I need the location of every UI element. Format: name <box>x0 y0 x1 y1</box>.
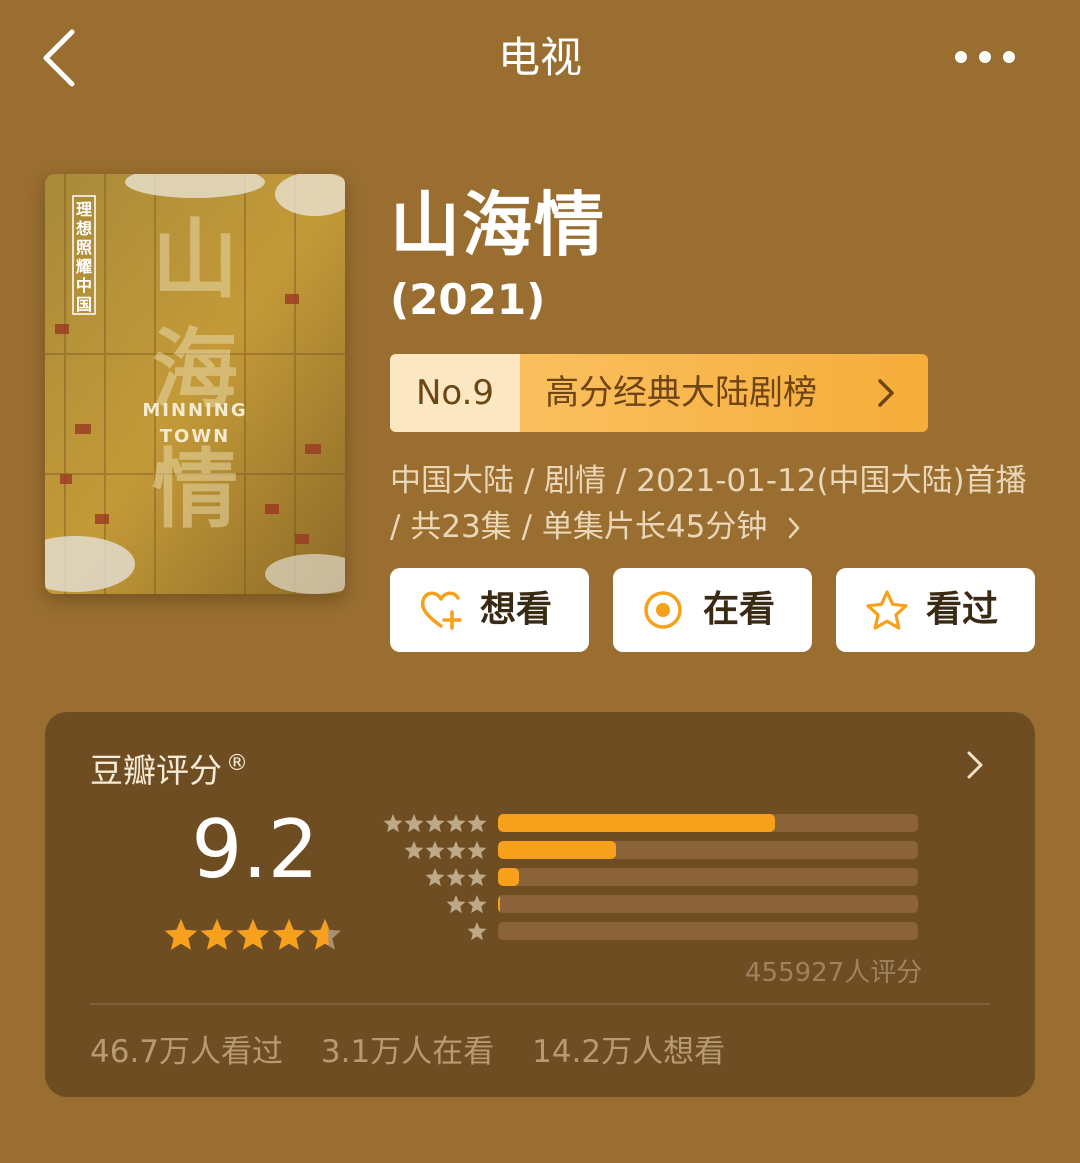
more-dots-icon <box>955 51 1015 63</box>
rating-star <box>200 919 234 950</box>
watching-button[interactable]: 在看 <box>613 568 812 652</box>
svg-text:TOWN: TOWN <box>160 426 231 447</box>
watched-button[interactable]: 看过 <box>836 568 1035 652</box>
chevron-right-icon[interactable] <box>965 750 985 780</box>
rating-bar-2 <box>375 895 920 914</box>
rating-star <box>164 919 198 950</box>
target-icon <box>644 591 682 629</box>
rating-bar-3 <box>375 868 920 887</box>
poster-vertical-text: 理 想 照 耀 中 国 <box>75 200 92 314</box>
mini-star-icon <box>467 814 487 833</box>
rating-score: 9.2 <box>191 803 319 896</box>
rating-stars <box>164 919 342 950</box>
mini-star-icon <box>446 841 466 860</box>
rating-bar-4 <box>375 841 920 860</box>
mini-star-icon <box>425 814 445 833</box>
star-icon <box>866 590 908 630</box>
rank-list-name: 高分经典大陆剧榜 <box>545 373 817 413</box>
mini-star-icon <box>467 895 487 914</box>
rating-bar-5 <box>375 814 920 833</box>
mini-star-icon <box>383 814 403 833</box>
show-title: 山海情 <box>390 184 606 266</box>
more-button[interactable] <box>950 40 1020 74</box>
meta-text: 中国大陆 / 剧情 / 2021-01-12(中国大陆)首播 / 共23集 / … <box>390 463 1027 545</box>
stat-watched: 46.7万人看过 <box>90 1034 284 1070</box>
rating-bar-1 <box>375 922 920 941</box>
watched-label: 看过 <box>926 589 999 630</box>
svg-text:耀: 耀 <box>76 257 92 276</box>
watching-label: 在看 <box>703 589 776 630</box>
one-star-icon <box>467 922 487 941</box>
rank-number: No.9 <box>390 354 520 432</box>
rating-star <box>236 919 270 950</box>
five-stars-icon <box>383 814 487 833</box>
four-stars-icon <box>404 841 487 860</box>
bar-fill-5 <box>498 814 776 832</box>
rating-count: 455927人评分 <box>745 958 923 988</box>
bar-fill-4 <box>498 841 616 859</box>
stat-watching: 3.1万人在看 <box>320 1034 495 1070</box>
poster-image[interactable]: 理 想 照 耀 中 国 山 海 情 MINNING TOWN <box>45 174 345 594</box>
mini-star-icon <box>425 868 445 887</box>
want-to-watch-button[interactable]: 想看 <box>390 568 589 652</box>
mini-star-icon <box>404 814 424 833</box>
divider <box>90 1003 990 1005</box>
rating-title: 豆瓣评分 ® <box>90 751 248 790</box>
show-meta[interactable]: 中国大陆 / 剧情 / 2021-01-12(中国大陆)首播 / 共23集 / … <box>390 458 1030 550</box>
show-year: (2021) <box>390 275 546 324</box>
chevron-right-icon <box>788 517 800 539</box>
three-stars-icon <box>425 868 487 887</box>
chevron-right-icon <box>878 379 894 407</box>
mini-star-icon <box>425 841 445 860</box>
mini-star-icon <box>467 841 487 860</box>
svg-text:MINNING: MINNING <box>142 400 247 421</box>
bar-fill-2 <box>498 895 501 913</box>
bar-fill-3 <box>498 868 519 886</box>
mini-star-icon <box>446 868 466 887</box>
stat-want: 14.2万人想看 <box>532 1034 726 1070</box>
svg-text:山: 山 <box>152 210 238 310</box>
watch-stats: 46.7万人看过 3.1万人在看 14.2万人想看 <box>90 1030 753 1074</box>
svg-text:照: 照 <box>76 238 92 257</box>
two-stars-icon <box>446 895 487 914</box>
mini-star-icon <box>446 814 466 833</box>
mini-star-icon <box>467 868 487 887</box>
mini-star-icon <box>446 895 466 914</box>
rating-panel[interactable]: 豆瓣评分 ® 9.2 455927人评分 46.7万人看过 3.1万人在看 14.… <box>45 712 1035 1097</box>
svg-text:理: 理 <box>76 200 92 219</box>
rank-banner[interactable]: No.9 高分经典大陆剧榜 <box>390 354 928 432</box>
mini-star-icon <box>404 841 424 860</box>
rating-star <box>272 919 306 950</box>
mini-star-icon <box>467 922 487 941</box>
poster-artwork: 理 想 照 耀 中 国 山 海 情 MINNING TOWN <box>45 174 345 594</box>
svg-text:国: 国 <box>76 295 92 314</box>
svg-text:想: 想 <box>75 219 92 238</box>
heart-plus-icon <box>420 591 462 630</box>
page-title: 电视 <box>497 33 582 82</box>
svg-text:中: 中 <box>76 276 92 295</box>
svg-text:情: 情 <box>152 440 238 540</box>
want-label: 想看 <box>480 589 553 630</box>
